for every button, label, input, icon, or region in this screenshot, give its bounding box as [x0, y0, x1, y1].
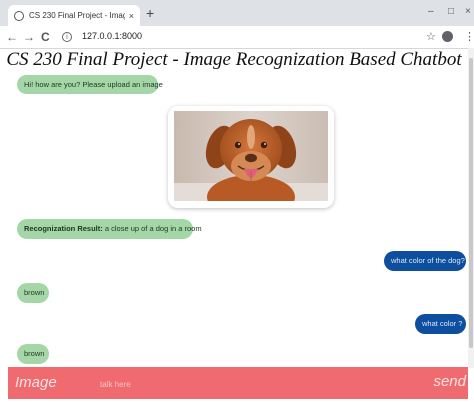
page-title: CS 230 Final Project - Image Recognizati…	[6, 49, 462, 70]
forward-button[interactable]: →	[23, 29, 35, 45]
user-message-text: what color ?	[422, 319, 463, 328]
user-message: what color ?	[415, 314, 466, 334]
minimize-button[interactable]: –	[428, 6, 434, 17]
bot-message: brown	[17, 283, 49, 303]
globe-icon	[14, 10, 24, 21]
new-tab-button[interactable]: +	[146, 5, 154, 21]
message-input[interactable]	[98, 376, 402, 392]
dog-photo	[174, 111, 328, 201]
bot-message: Recognization Result: a close up of a do…	[17, 219, 202, 239]
browser-tab-bar: CS 230 Final Project - Imag × + – □ ×	[0, 0, 474, 26]
info-icon[interactable]: i	[62, 32, 72, 42]
reload-button[interactable]: C	[41, 29, 50, 45]
recognition-label: Recognization Result:	[24, 224, 103, 233]
upload-image-button[interactable]: Image	[15, 374, 57, 391]
close-window-button[interactable]: ×	[465, 6, 471, 17]
browser-tab[interactable]: CS 230 Final Project - Imag ×	[8, 5, 140, 26]
bookmark-star-icon[interactable]: ☆	[426, 30, 436, 43]
uploaded-image-card	[168, 106, 334, 208]
tab-close-icon[interactable]: ×	[129, 11, 134, 21]
bot-reply-text: brown	[24, 349, 45, 358]
chat-input-bar: Image send	[8, 367, 468, 399]
send-button[interactable]: send	[433, 373, 466, 390]
bot-message: brown	[17, 344, 49, 364]
recognition-text: a close up of a dog in a room	[104, 224, 202, 233]
url-field[interactable]: 127.0.0.1:8000	[82, 31, 142, 41]
scrollbar-thumb[interactable]	[469, 58, 473, 348]
user-message-text: what color of the dog?	[391, 256, 465, 265]
bot-reply-text: brown	[24, 288, 45, 297]
menu-icon[interactable]: ⋮	[464, 30, 474, 43]
back-button[interactable]: ←	[6, 29, 18, 45]
tab-title: CS 230 Final Project - Imag	[29, 11, 125, 20]
bot-message: Hi! how are you? Please upload an image	[17, 75, 163, 94]
address-bar: ← → C i 127.0.0.1:8000 ☆ ⋮	[0, 26, 474, 49]
profile-icon[interactable]	[442, 31, 453, 42]
user-message: what color of the dog?	[384, 251, 466, 271]
maximize-button[interactable]: □	[448, 6, 454, 17]
greeting-text: Hi! how are you? Please upload an image	[24, 80, 163, 89]
